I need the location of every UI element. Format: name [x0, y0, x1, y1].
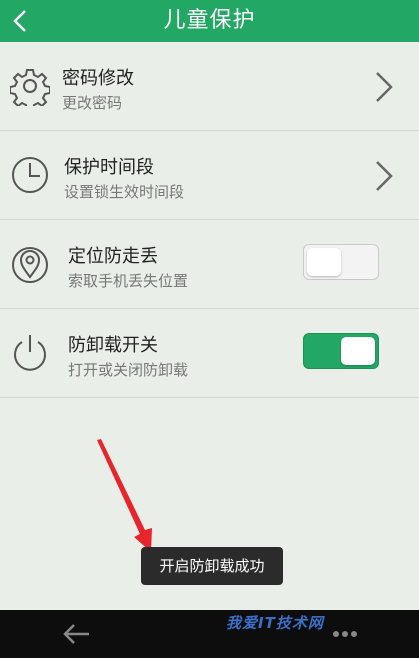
clock-icon: [12, 157, 48, 193]
row-title: 定位防走丢: [68, 246, 158, 267]
row-subtitle: 打开或关闭防卸载: [68, 361, 189, 379]
location-toggle[interactable]: [303, 244, 379, 280]
system-navbar: [0, 610, 419, 658]
page-title: 儿童保护: [163, 8, 256, 33]
row-title: 密码修改: [62, 68, 134, 89]
row-subtitle: 索取手机丢失位置: [68, 272, 189, 290]
app-header: 儿童保护: [0, 0, 419, 42]
location-pin-icon: [12, 247, 48, 283]
row-title: 防卸载开关: [68, 335, 158, 356]
row-protection-time[interactable]: 保护时间段 设置锁生效时间段: [0, 131, 419, 220]
chevron-right-icon[interactable]: [372, 70, 396, 104]
row-subtitle: 设置锁生效时间段: [64, 183, 185, 201]
row-uninstall-protection: 防卸载开关 打开或关闭防卸载: [0, 309, 419, 398]
row-title: 保护时间段: [64, 157, 154, 178]
nav-back-icon[interactable]: [62, 622, 92, 646]
uninstall-protection-toggle[interactable]: [303, 333, 379, 369]
toast-message: 开启防卸载成功: [141, 547, 283, 585]
toggle-knob: [341, 337, 375, 365]
row-subtitle: 更改密码: [62, 94, 123, 112]
power-icon: [14, 335, 46, 371]
toggle-knob: [307, 248, 341, 276]
row-location-tracking: 定位防走丢 索取手机丢失位置: [0, 220, 419, 309]
chevron-right-icon[interactable]: [372, 159, 396, 193]
row-change-password[interactable]: 密码修改 更改密码: [0, 42, 419, 131]
nav-menu-icon[interactable]: [330, 626, 360, 642]
gear-icon: [10, 69, 50, 106]
watermark: 我爱IT技术网: [226, 614, 324, 632]
